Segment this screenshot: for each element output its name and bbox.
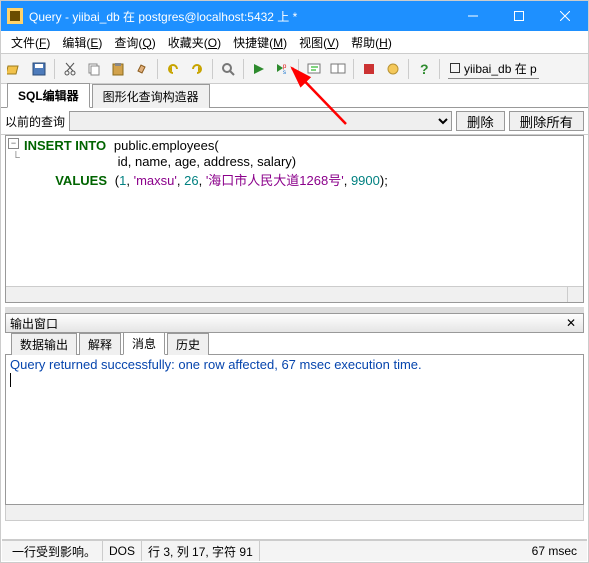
commit-icon[interactable] (382, 58, 404, 80)
output-pane-title: 输出窗口 (10, 315, 563, 332)
explain-icon[interactable] (303, 58, 325, 80)
cut-icon[interactable] (59, 58, 81, 80)
prev-query-delete-button[interactable]: 删除 (456, 111, 505, 131)
prev-query-label: 以前的查询 (5, 113, 65, 130)
svg-text:?: ? (420, 61, 429, 77)
maximize-button[interactable] (496, 1, 542, 31)
editor-scrollbar[interactable] (6, 286, 583, 302)
output-close-icon[interactable]: ✕ (563, 316, 579, 330)
toolbar-separator (243, 59, 244, 79)
close-button[interactable] (542, 1, 588, 31)
output-messages[interactable]: Query returned successfully: one row aff… (5, 355, 584, 505)
window-title: Query - yiibai_db 在 postgres@localhost:5… (29, 8, 450, 25)
menu-shortcuts[interactable]: 快捷键(M) (227, 32, 293, 53)
prev-query-select[interactable] (69, 111, 452, 131)
tab-history[interactable]: 历史 (167, 333, 209, 355)
menu-bar: 文件(F) 编辑(E) 查询(Q) 收藏夹(O) 快捷键(M) 视图(V) 帮助… (1, 31, 588, 54)
toolbar-separator (298, 59, 299, 79)
find-icon[interactable] (217, 58, 239, 80)
save-icon[interactable] (28, 58, 50, 80)
fold-icon[interactable]: − (8, 138, 19, 149)
title-bar: Query - yiibai_db 在 postgres@localhost:5… (1, 1, 588, 31)
status-encoding: DOS (103, 541, 142, 561)
fold-end-icon: └ (12, 152, 20, 164)
output-scrollbar[interactable] (5, 505, 584, 521)
toolbar-separator (212, 59, 213, 79)
output-tabs: 数据输出 解释 消息 历史 (5, 333, 584, 355)
toolbar: ps ? yiibai_db 在 p (1, 54, 588, 84)
previous-query-row: 以前的查询 删除 删除所有 (1, 108, 588, 135)
app-icon (7, 8, 23, 24)
clear-icon[interactable] (131, 58, 153, 80)
db-color-chip (450, 63, 460, 73)
toolbar-separator (54, 59, 55, 79)
open-icon[interactable] (4, 58, 26, 80)
tab-graphical-query[interactable]: 图形化查询构造器 (92, 84, 210, 108)
toolbar-separator (408, 59, 409, 79)
status-bar: 一行受到影响。 DOS 行 3, 列 17, 字符 91 67 msec (2, 539, 587, 561)
menu-file[interactable]: 文件(F) (5, 32, 56, 53)
svg-text:s: s (283, 70, 286, 76)
prev-query-delete-all-button[interactable]: 删除所有 (509, 111, 584, 131)
menu-query[interactable]: 查询(Q) (108, 32, 161, 53)
status-rows-affected: 一行受到影响。 (6, 541, 103, 561)
tab-explain[interactable]: 解释 (79, 333, 121, 355)
sql-editor-text[interactable]: −└INSERT INTO public.employees( id, name… (6, 136, 583, 286)
menu-favorites[interactable]: 收藏夹(O) (162, 32, 227, 53)
minimize-button[interactable] (450, 1, 496, 31)
copy-icon[interactable] (83, 58, 105, 80)
output-pane-header: 输出窗口 ✕ (5, 313, 584, 333)
toolbar-separator (157, 59, 158, 79)
tab-data-output[interactable]: 数据输出 (11, 333, 77, 355)
sql-editor: −└INSERT INTO public.employees( id, name… (5, 135, 584, 303)
redo-icon[interactable] (186, 58, 208, 80)
execute-icon[interactable] (248, 58, 270, 80)
menu-view[interactable]: 视图(V) (293, 32, 345, 53)
menu-help[interactable]: 帮助(H) (345, 32, 398, 53)
status-timing: 67 msec (526, 541, 583, 561)
execute-pgscript-icon[interactable]: ps (272, 58, 294, 80)
db-selector[interactable]: yiibai_db 在 p (448, 59, 539, 79)
toolbar-separator (353, 59, 354, 79)
cancel-icon[interactable] (358, 58, 380, 80)
help-icon[interactable]: ? (413, 58, 435, 80)
db-selector-label: yiibai_db 在 p (464, 60, 537, 77)
tab-messages[interactable]: 消息 (123, 332, 165, 355)
paste-icon[interactable] (107, 58, 129, 80)
toolbar-separator (439, 59, 440, 79)
undo-icon[interactable] (162, 58, 184, 80)
explain-analyze-icon[interactable] (327, 58, 349, 80)
editor-tabs: SQL编辑器 图形化查询构造器 (1, 84, 588, 108)
menu-edit[interactable]: 编辑(E) (56, 32, 108, 53)
tab-sql-editor[interactable]: SQL编辑器 (7, 83, 90, 108)
status-cursor-pos: 行 3, 列 17, 字符 91 (142, 541, 260, 561)
text-cursor (10, 373, 11, 387)
